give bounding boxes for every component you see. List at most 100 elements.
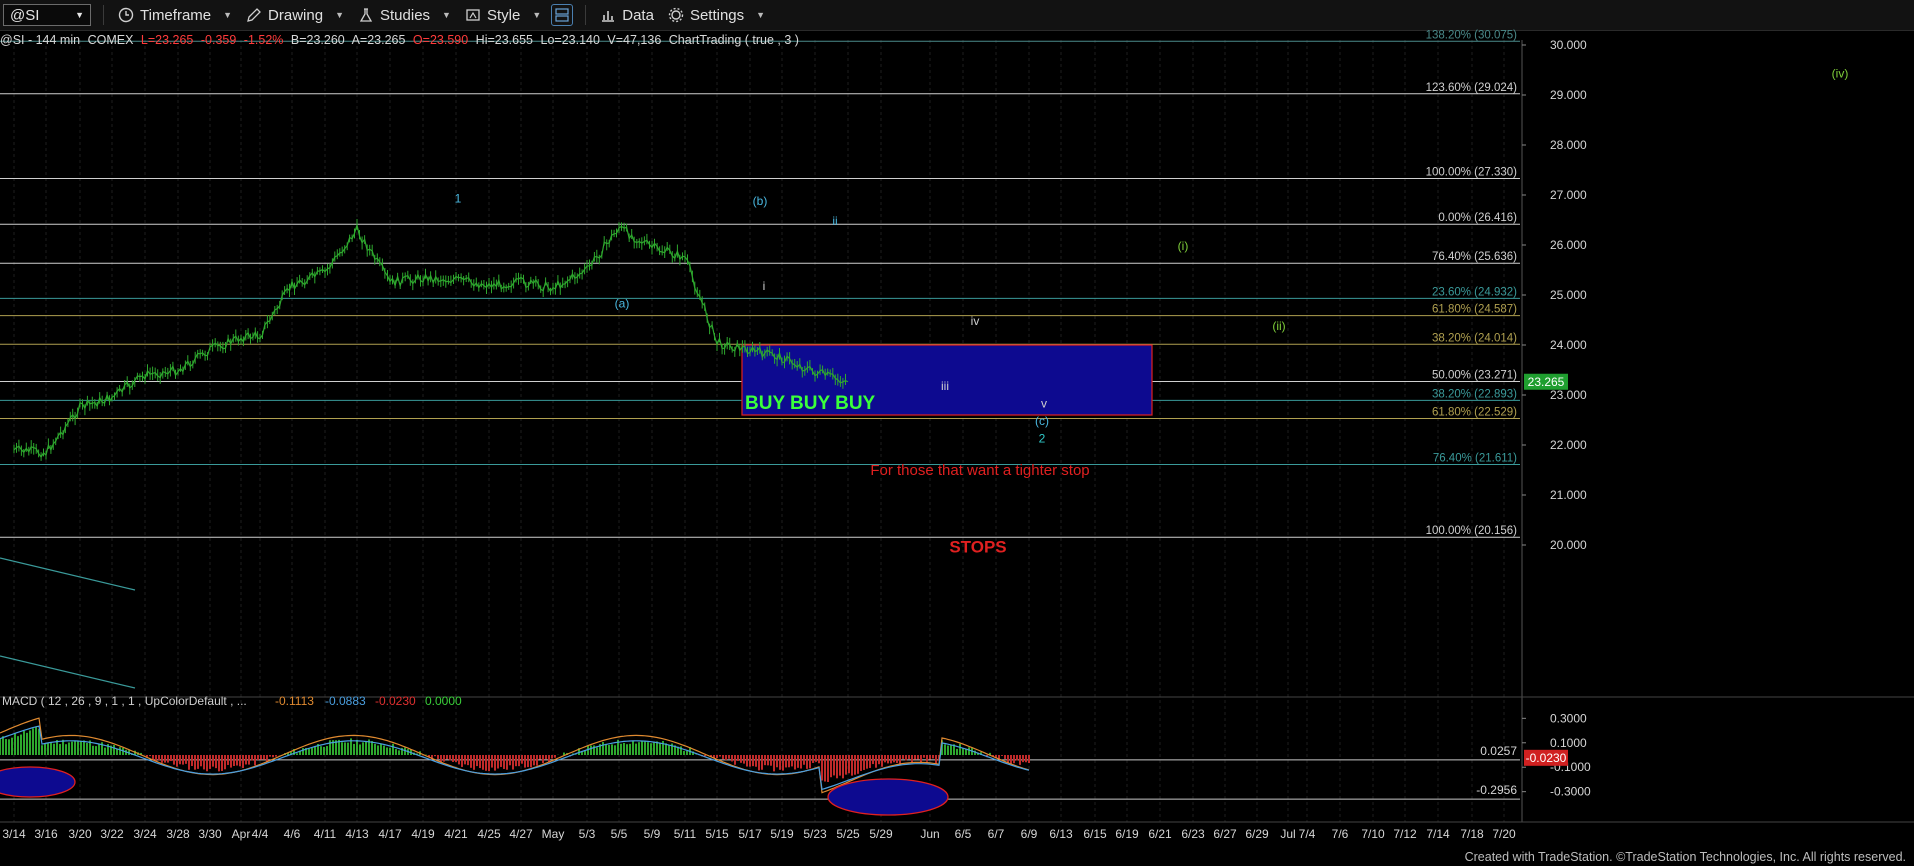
time-axis-label: 6/5 [955,827,972,841]
macd-axis-label: 0.3000 [1550,711,1587,725]
status-open: O=23.590 [412,33,469,47]
chart-annotation: STOPS [949,538,1006,557]
macd-value: -0.0883 [325,694,366,708]
wave-label: (a) [615,297,630,311]
time-axis-label: 5/29 [869,827,893,841]
time-axis-label: 6/23 [1181,827,1205,841]
fib-level-label: 123.60% (29.024) [1426,82,1518,94]
time-axis-label: 6/9 [1021,827,1038,841]
buy-zone-label: BUY BUY BUY [745,393,876,414]
price-chart[interactable]: 30.000 29.000 28.000 27.000 26.000 25.000 24.0… [0,0,1914,866]
time-axis-label: 7/12 [1393,827,1417,841]
time-axis-label: 6/19 [1115,827,1139,841]
fib-level-label: 38.20% (22.893) [1432,388,1517,400]
wave-label: iv [971,314,980,328]
price-axis-label: 29.000 [1550,88,1587,102]
wave-label: (ii) [1272,319,1285,333]
copyright-footer: Created with TradeStation. ©TradeStation… [1464,850,1906,864]
price-axis-label: 30.000 [1550,38,1587,52]
price-axis-label: 24.000 [1550,338,1587,352]
time-axis-label: 6/13 [1049,827,1073,841]
time-axis-label: Apr [232,827,251,841]
time-axis-label: 6/7 [988,827,1005,841]
time-axis-label: 5/25 [836,827,860,841]
price-axis-label: 25.000 [1550,288,1587,302]
time-axis-label: 3/28 [166,827,190,841]
chart-annotation: For those that want a tighter stop [870,462,1089,479]
macd-label: MACD ( 12 , 26 , 9 , 1 , 1 , UpColorDefa… [2,694,247,708]
time-axis-label: 7/18 [1460,827,1484,841]
price-axis-label: 21.000 [1550,488,1587,502]
macd-ref-label: -0.2956 [1476,783,1517,797]
macd-current-label: -0.0230 [1526,751,1567,765]
wave-label: (iv) [1832,67,1849,81]
time-axis-label: 4/13 [345,827,369,841]
macd-highlight-ellipse [827,778,949,816]
macd-axis-label: -0.3000 [1550,785,1591,799]
status-exchange: COMEX [87,33,134,47]
status-volume: V=47,136 [607,33,662,47]
time-axis-label: 4/19 [411,827,435,841]
time-axis-label: 7/6 [1332,827,1349,841]
wave-label: 1 [455,192,462,206]
time-axis-label: 4/11 [314,827,337,841]
time-axis-label: 3/16 [34,827,58,841]
time-axis-label: 7/14 [1426,827,1450,841]
wave-label: ii [832,214,837,228]
time-axis-label: 4/6 [284,827,301,841]
wave-label: iii [941,379,949,393]
wave-label: v [1041,397,1047,411]
fib-level-label: 138.20% (30.075) [1426,29,1518,41]
time-axis-label: Jul [1280,827,1295,841]
wave-label: (i) [1178,239,1189,253]
fib-level-label: 61.80% (24.587) [1432,304,1517,316]
time-axis-label: 6/15 [1083,827,1107,841]
price-axis-label: 23.000 [1550,388,1587,402]
macd-axis-label: 0.1000 [1550,736,1587,750]
macd-value: 0.0000 [425,694,462,708]
time-axis-label: 5/9 [644,827,661,841]
status-ask: A=23.265 [351,33,406,47]
status-bid: B=23.260 [290,33,345,47]
time-axis-label: 7/10 [1361,827,1385,841]
fib-level-label: 61.80% (22.529) [1432,407,1517,419]
time-axis-label: May [542,827,565,841]
time-axis-label: 7/20 [1492,827,1516,841]
wave-label: 2 [1039,432,1046,446]
price-axis-label: 22.000 [1550,438,1587,452]
time-axis-label: 5/3 [579,827,596,841]
time-axis-label: 3/14 [2,827,26,841]
time-axis-label: 5/17 [738,827,762,841]
time-axis-label: 5/23 [803,827,827,841]
time-axis-label: 3/20 [68,827,92,841]
time-axis-label: 3/24 [133,827,157,841]
wave-label: (c) [1035,414,1049,428]
time-axis-label: 4/27 [509,827,533,841]
macd-value: -0.0230 [375,694,416,708]
fib-level-label: 100.00% (20.156) [1426,525,1518,537]
time-axis-label: 4/25 [477,827,501,841]
trend-line [0,557,136,591]
fib-level-label: 100.00% (27.330) [1426,167,1518,179]
time-axis-label: 3/22 [100,827,124,841]
wave-label: (b) [753,194,768,208]
time-axis-label: 5/11 [674,827,697,841]
time-axis-label: 4/4 [252,827,269,841]
status-symbol: @SI - 144 min [0,33,81,47]
price-axis-label: 28.000 [1550,138,1587,152]
status-low: Lo=23.140 [540,33,600,47]
fib-level-label: 76.40% (21.611) [1433,452,1517,464]
price-axis-label: 20.000 [1550,538,1587,552]
fib-level-label: 50.00% (23.271) [1432,369,1517,381]
current-price-label: 23.265 [1528,375,1565,389]
fib-level-label: 38.20% (24.014) [1432,332,1517,344]
price-line [13,222,849,459]
status-extra: ChartTrading ( true , 3 ) [668,33,799,47]
wave-label: i [763,279,766,293]
macd-value: -0.1113 [275,694,314,708]
time-axis-label: 5/5 [611,827,628,841]
status-line: @SI - 144 min COMEX L=23.265 -0.359 -1.5… [0,33,803,47]
fib-level-label: 23.60% (24.932) [1432,286,1517,298]
fib-level-label: 76.40% (25.636) [1432,251,1517,263]
macd-highlight-ellipse [0,766,76,798]
